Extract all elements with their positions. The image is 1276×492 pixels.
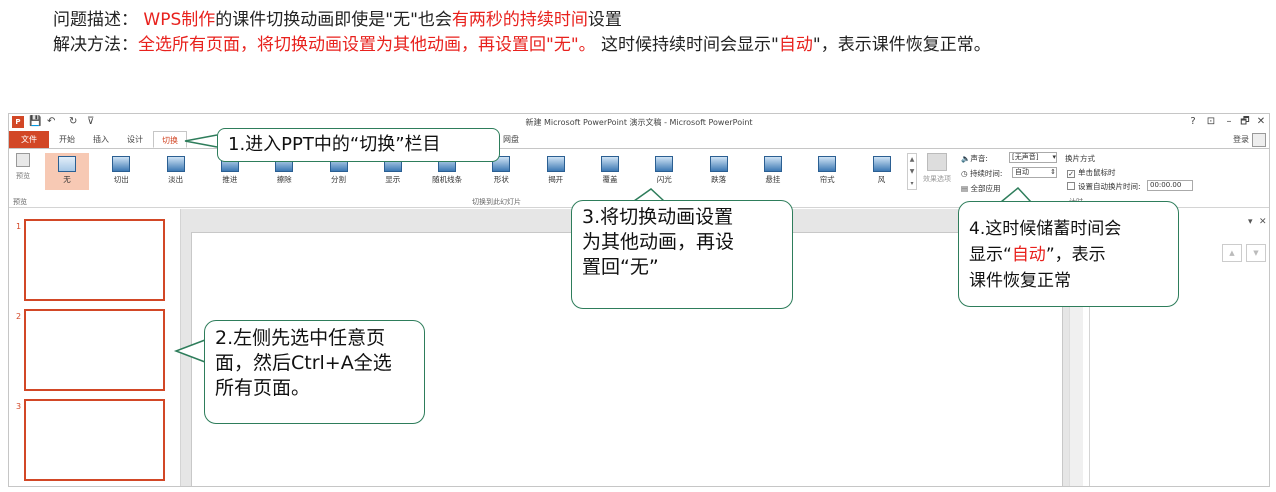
callout-2-line-3: 所有页面。 [215, 377, 311, 399]
callout-step-4: 4.这时候储蓄时间会 显示“自动”，表示 课件恢复正常 [958, 201, 1179, 307]
callout-step-3: 3.将切换动画设置 为其他动画，再设 置回“无” [571, 200, 793, 309]
callout-4-line-1: 4.这时候储蓄时间会 [969, 219, 1122, 239]
callout-4-line-3: 课件恢复正常 [969, 271, 1071, 291]
callout-3-line-1: 3.将切换动画设置 [582, 206, 734, 228]
callout-2-line-2: 面，然后Ctrl+A全选 [215, 352, 392, 374]
callout-1-text: 1.进入PPT中的“切换”栏目 [228, 134, 441, 155]
callout-3-line-2: 为其他动画，再设 [582, 231, 735, 253]
callout-4-tail [1000, 186, 1032, 203]
callout-2-line-1: 2.左侧先选中任意页 [215, 327, 386, 349]
callout-4-line-2: 显示“自动”，表示 [969, 245, 1106, 265]
callout-step-2: 2.左侧先选中任意页 面，然后Ctrl+A全选 所有页面。 [204, 320, 425, 424]
callout-2-tail [173, 339, 206, 363]
callout-step-1: 1.进入PPT中的“切换”栏目 [217, 128, 500, 162]
callout-1-tail [184, 134, 218, 148]
callout-3-line-3: 置回“无” [582, 256, 659, 278]
callout-4-auto-text: 自动 [1011, 245, 1046, 265]
